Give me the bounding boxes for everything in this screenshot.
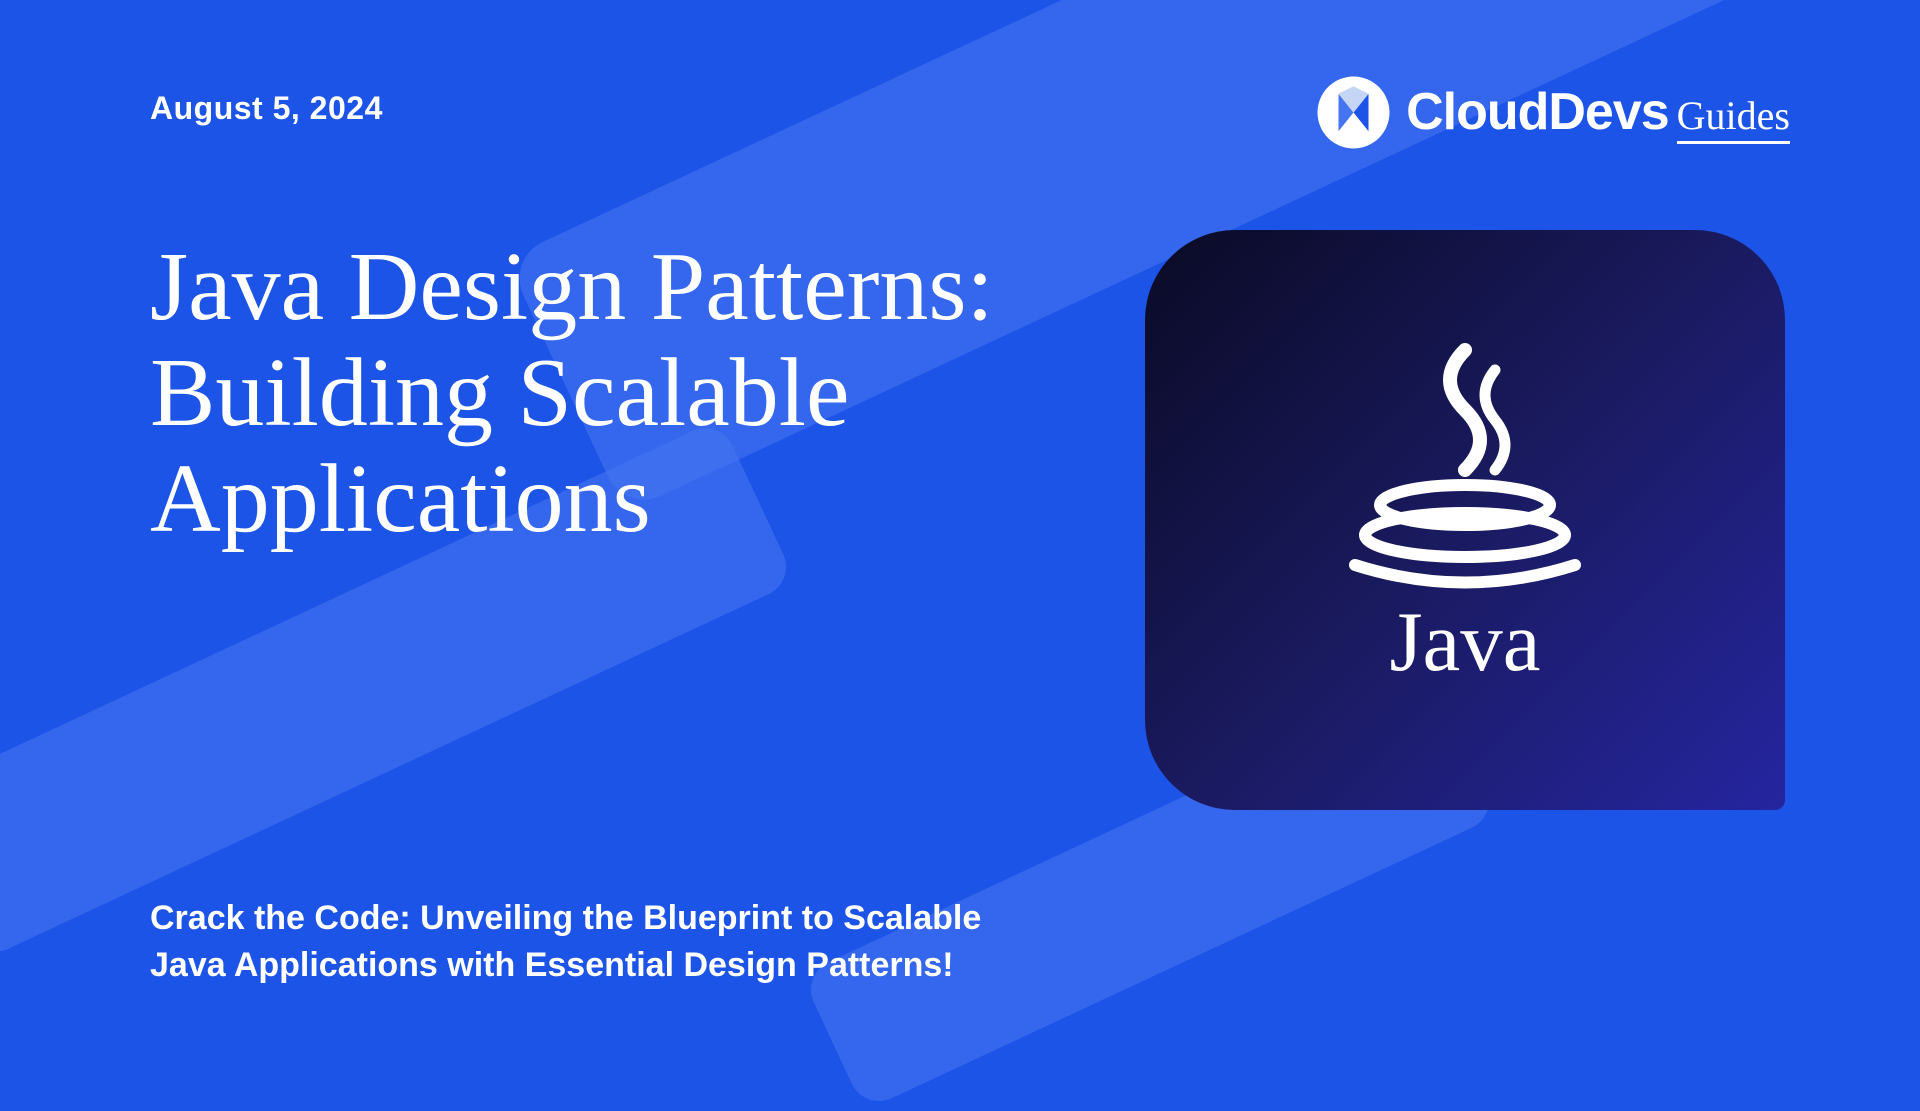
page-title: Java Design Patterns: Building Scalable … (150, 235, 1000, 552)
publish-date: August 5, 2024 (150, 90, 383, 127)
page-subtitle: Crack the Code: Unveiling the Blueprint … (150, 895, 1050, 990)
java-feature-card: Java (1145, 230, 1785, 810)
java-logo: Java (1275, 290, 1655, 750)
brand-logo: CloudDevs Guides (1316, 75, 1790, 150)
clouddevs-icon (1316, 75, 1391, 150)
logo-sub-text: Guides (1677, 92, 1790, 144)
logo-main-text: CloudDevs (1406, 82, 1669, 142)
java-text-svg: Java (1389, 595, 1540, 689)
